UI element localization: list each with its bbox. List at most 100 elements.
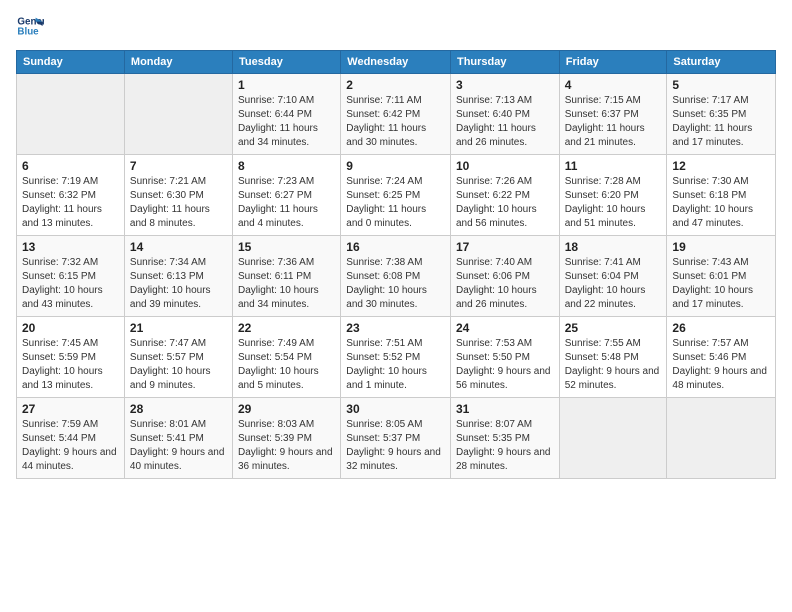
day-number: 25 [565, 321, 662, 335]
calendar-week-2: 6 Sunrise: 7:19 AM Sunset: 6:32 PM Daylig… [17, 155, 776, 236]
calendar-cell: 30 Sunrise: 8:05 AM Sunset: 5:37 PM Dayli… [341, 398, 451, 479]
day-number: 30 [346, 402, 445, 416]
day-number: 4 [565, 78, 662, 92]
day-number: 31 [456, 402, 554, 416]
calendar-header-sunday: Sunday [17, 51, 125, 74]
day-number: 12 [672, 159, 770, 173]
day-info: Sunrise: 7:34 AM Sunset: 6:13 PM Dayligh… [130, 256, 227, 312]
calendar-week-4: 20 Sunrise: 7:45 AM Sunset: 5:59 PM Dayli… [17, 317, 776, 398]
calendar-cell: 4 Sunrise: 7:15 AM Sunset: 6:37 PM Daylig… [559, 74, 667, 155]
calendar-cell: 15 Sunrise: 7:36 AM Sunset: 6:11 PM Dayli… [233, 236, 341, 317]
day-info: Sunrise: 7:23 AM Sunset: 6:27 PM Dayligh… [238, 175, 335, 231]
calendar-cell: 24 Sunrise: 7:53 AM Sunset: 5:50 PM Dayli… [450, 317, 559, 398]
day-info: Sunrise: 7:26 AM Sunset: 6:22 PM Dayligh… [456, 175, 554, 231]
page: General Blue SundayMondayTuesdayWednesda… [0, 0, 792, 612]
calendar-header-saturday: Saturday [667, 51, 776, 74]
day-number: 21 [130, 321, 227, 335]
day-info: Sunrise: 7:53 AM Sunset: 5:50 PM Dayligh… [456, 337, 554, 393]
day-info: Sunrise: 7:57 AM Sunset: 5:46 PM Dayligh… [672, 337, 770, 393]
day-info: Sunrise: 8:07 AM Sunset: 5:35 PM Dayligh… [456, 418, 554, 474]
calendar-cell: 28Sunrise: 8:01 AM Sunset: 5:41 PM Dayli… [124, 398, 232, 479]
day-info: Sunrise: 7:45 AM Sunset: 5:59 PM Dayligh… [22, 337, 119, 393]
day-number: 11 [565, 159, 662, 173]
day-number: 28 [130, 402, 227, 416]
day-number: 8 [238, 159, 335, 173]
day-info: Sunrise: 7:24 AM Sunset: 6:25 PM Dayligh… [346, 175, 445, 231]
calendar-cell: 21 Sunrise: 7:47 AM Sunset: 5:57 PM Dayli… [124, 317, 232, 398]
logo: General Blue [16, 12, 44, 40]
day-number: 2 [346, 78, 445, 92]
calendar-cell: 14 Sunrise: 7:34 AM Sunset: 6:13 PM Dayli… [124, 236, 232, 317]
calendar-header-thursday: Thursday [450, 51, 559, 74]
day-info: Sunrise: 7:47 AM Sunset: 5:57 PM Dayligh… [130, 337, 227, 393]
day-number: 22 [238, 321, 335, 335]
calendar-cell [17, 74, 125, 155]
day-info: Sunrise: 7:38 AM Sunset: 6:08 PM Dayligh… [346, 256, 445, 312]
calendar-cell: 2 Sunrise: 7:11 AM Sunset: 6:42 PM Daylig… [341, 74, 451, 155]
calendar-header-row: SundayMondayTuesdayWednesdayThursdayFrid… [17, 51, 776, 74]
calendar-cell: 8 Sunrise: 7:23 AM Sunset: 6:27 PM Daylig… [233, 155, 341, 236]
day-number: 14 [130, 240, 227, 254]
calendar-table: SundayMondayTuesdayWednesdayThursdayFrid… [16, 50, 776, 479]
calendar-cell: 10 Sunrise: 7:26 AM Sunset: 6:22 PM Dayli… [450, 155, 559, 236]
calendar-cell [667, 398, 776, 479]
calendar-cell: 9 Sunrise: 7:24 AM Sunset: 6:25 PM Daylig… [341, 155, 451, 236]
day-number: 9 [346, 159, 445, 173]
day-number: 3 [456, 78, 554, 92]
calendar-header-monday: Monday [124, 51, 232, 74]
calendar-cell: 11 Sunrise: 7:28 AM Sunset: 6:20 PM Dayli… [559, 155, 667, 236]
calendar-week-3: 13Sunrise: 7:32 AM Sunset: 6:15 PM Dayli… [17, 236, 776, 317]
calendar-week-5: 27Sunrise: 7:59 AM Sunset: 5:44 PM Dayli… [17, 398, 776, 479]
calendar-cell: 5 Sunrise: 7:17 AM Sunset: 6:35 PM Daylig… [667, 74, 776, 155]
calendar-cell: 26Sunrise: 7:57 AM Sunset: 5:46 PM Dayli… [667, 317, 776, 398]
day-info: Sunrise: 8:05 AM Sunset: 5:37 PM Dayligh… [346, 418, 445, 474]
day-number: 29 [238, 402, 335, 416]
calendar-cell: 20 Sunrise: 7:45 AM Sunset: 5:59 PM Dayli… [17, 317, 125, 398]
day-info: Sunrise: 7:41 AM Sunset: 6:04 PM Dayligh… [565, 256, 662, 312]
calendar-week-1: 1 Sunrise: 7:10 AM Sunset: 6:44 PM Daylig… [17, 74, 776, 155]
calendar-cell: 22 Sunrise: 7:49 AM Sunset: 5:54 PM Dayli… [233, 317, 341, 398]
day-info: Sunrise: 7:28 AM Sunset: 6:20 PM Dayligh… [565, 175, 662, 231]
day-number: 5 [672, 78, 770, 92]
logo-icon: General Blue [16, 12, 44, 40]
day-info: Sunrise: 7:55 AM Sunset: 5:48 PM Dayligh… [565, 337, 662, 393]
day-info: Sunrise: 7:13 AM Sunset: 6:40 PM Dayligh… [456, 94, 554, 150]
day-info: Sunrise: 7:21 AM Sunset: 6:30 PM Dayligh… [130, 175, 227, 231]
day-number: 18 [565, 240, 662, 254]
day-info: Sunrise: 7:43 AM Sunset: 6:01 PM Dayligh… [672, 256, 770, 312]
day-number: 6 [22, 159, 119, 173]
day-number: 10 [456, 159, 554, 173]
calendar-cell: 27Sunrise: 7:59 AM Sunset: 5:44 PM Dayli… [17, 398, 125, 479]
calendar-header-friday: Friday [559, 51, 667, 74]
calendar-cell: 16 Sunrise: 7:38 AM Sunset: 6:08 PM Dayli… [341, 236, 451, 317]
day-number: 16 [346, 240, 445, 254]
calendar-cell: 7Sunrise: 7:21 AM Sunset: 6:30 PM Daylig… [124, 155, 232, 236]
day-info: Sunrise: 7:19 AM Sunset: 6:32 PM Dayligh… [22, 175, 119, 231]
calendar-cell: 1 Sunrise: 7:10 AM Sunset: 6:44 PM Daylig… [233, 74, 341, 155]
day-info: Sunrise: 7:32 AM Sunset: 6:15 PM Dayligh… [22, 256, 119, 312]
svg-text:Blue: Blue [17, 26, 39, 37]
day-number: 15 [238, 240, 335, 254]
day-number: 19 [672, 240, 770, 254]
day-info: Sunrise: 7:17 AM Sunset: 6:35 PM Dayligh… [672, 94, 770, 150]
day-info: Sunrise: 7:15 AM Sunset: 6:37 PM Dayligh… [565, 94, 662, 150]
calendar-cell: 12Sunrise: 7:30 AM Sunset: 6:18 PM Dayli… [667, 155, 776, 236]
day-number: 20 [22, 321, 119, 335]
day-info: Sunrise: 7:10 AM Sunset: 6:44 PM Dayligh… [238, 94, 335, 150]
day-info: Sunrise: 7:11 AM Sunset: 6:42 PM Dayligh… [346, 94, 445, 150]
calendar-cell: 18 Sunrise: 7:41 AM Sunset: 6:04 PM Dayli… [559, 236, 667, 317]
calendar-cell: 13Sunrise: 7:32 AM Sunset: 6:15 PM Dayli… [17, 236, 125, 317]
calendar-header-wednesday: Wednesday [341, 51, 451, 74]
day-info: Sunrise: 8:03 AM Sunset: 5:39 PM Dayligh… [238, 418, 335, 474]
calendar-cell [559, 398, 667, 479]
day-number: 1 [238, 78, 335, 92]
day-number: 23 [346, 321, 445, 335]
day-number: 24 [456, 321, 554, 335]
day-info: Sunrise: 7:36 AM Sunset: 6:11 PM Dayligh… [238, 256, 335, 312]
day-number: 27 [22, 402, 119, 416]
day-info: Sunrise: 7:49 AM Sunset: 5:54 PM Dayligh… [238, 337, 335, 393]
calendar-cell: 3 Sunrise: 7:13 AM Sunset: 6:40 PM Daylig… [450, 74, 559, 155]
calendar-cell: 19 Sunrise: 7:43 AM Sunset: 6:01 PM Dayli… [667, 236, 776, 317]
calendar-header-tuesday: Tuesday [233, 51, 341, 74]
day-number: 17 [456, 240, 554, 254]
